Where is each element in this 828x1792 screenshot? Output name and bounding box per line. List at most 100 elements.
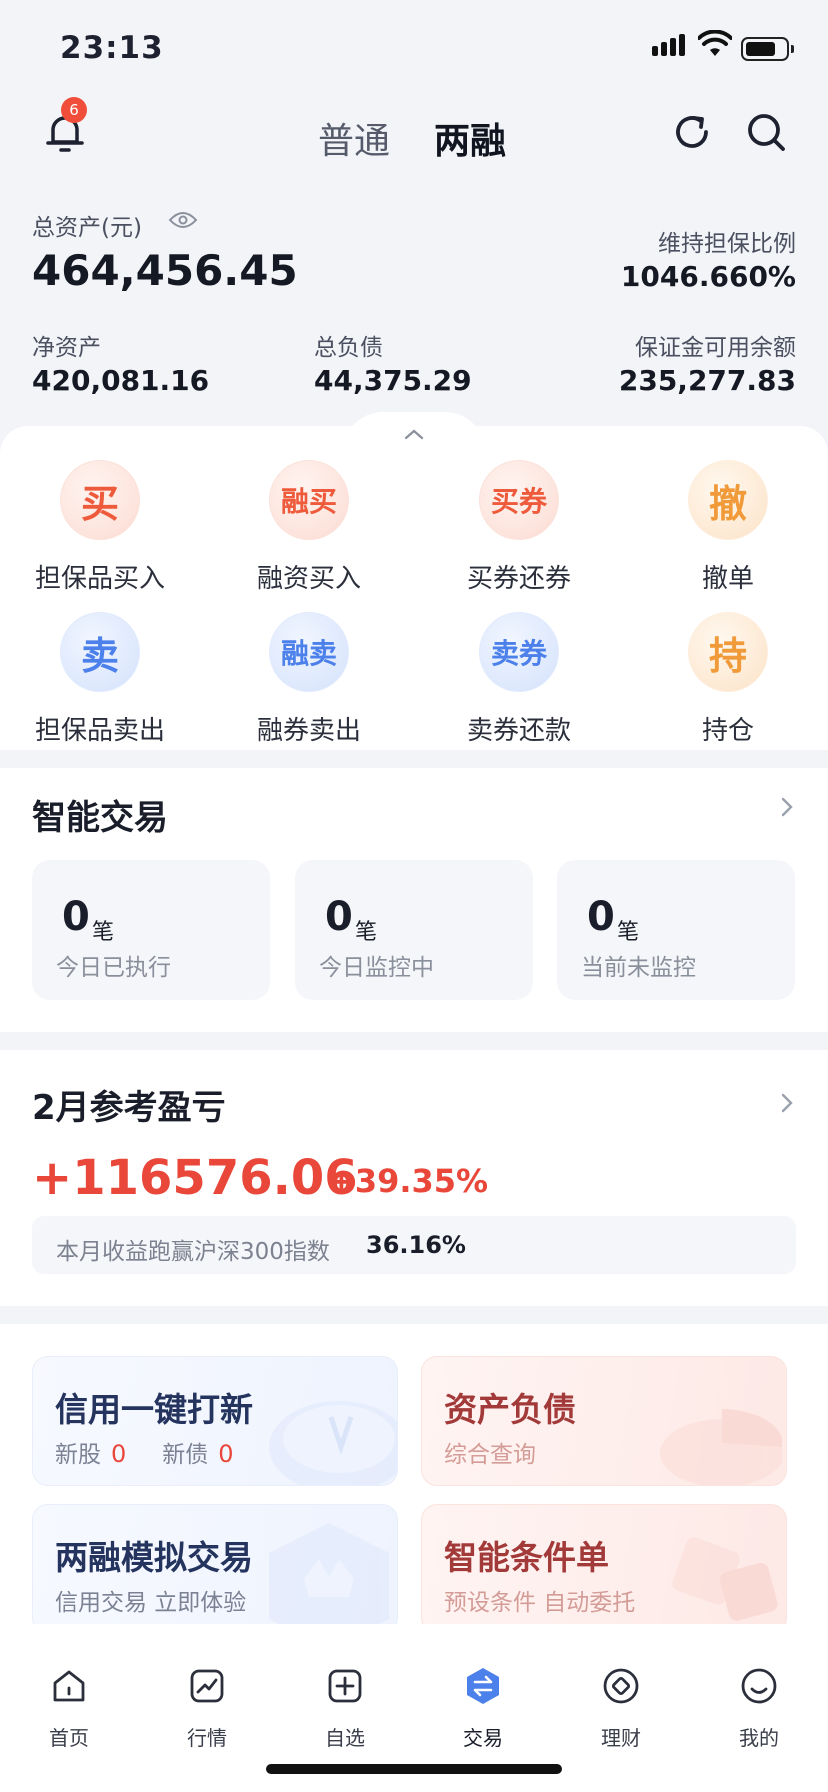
ipo-decoration-icon [269, 1401, 397, 1485]
home-indicator[interactable] [266, 1764, 562, 1774]
smart-condition-card[interactable]: 智能条件单 预设条件 自动委托 [421, 1504, 787, 1624]
total-assets-label: 总资产(元) [32, 215, 142, 241]
notification-badge: 6 [61, 97, 87, 123]
total-debt-value: 44,375.29 [314, 364, 472, 397]
sell-icon: 卖 [60, 612, 140, 692]
stat-unit: 笔 [355, 920, 378, 945]
benchmark-label: 本月收益跑赢沪深300指数 [56, 1239, 330, 1265]
chevron-right-icon[interactable] [780, 796, 794, 818]
stat-not-monitored[interactable]: 0 笔 当前未监控 [557, 860, 795, 1000]
smart-trade-card[interactable]: 智能交易 0 笔 今日已执行 0 笔 今日监控中 0 笔 当前未监控 [0, 768, 828, 1032]
search-icon[interactable] [744, 110, 788, 154]
margin-available-label: 保证金可用余额 [635, 335, 796, 361]
trade-icon [467, 1668, 499, 1704]
new-bond-label: 新债 [162, 1442, 209, 1468]
tab-label: 首页 [49, 1726, 89, 1750]
wifi-icon [698, 30, 732, 56]
maintenance-ratio-label: 维持担保比例 [658, 231, 796, 257]
feature-grid: 信用一键打新 新股 0 新债 0 资产负债 综合查询 两融模拟交易 信用交易 立即体验… [0, 1324, 828, 1624]
pnl-value: +116576.06 [32, 1150, 358, 1206]
new-stock-count: 0 [111, 1440, 127, 1468]
action-collateral-sell[interactable]: 卖 担保品卖出 [30, 612, 170, 747]
market-icon [190, 1669, 224, 1703]
tab-home[interactable]: 首页 [19, 1666, 119, 1751]
stat-value: 0 [62, 894, 90, 940]
action-cancel-order[interactable]: 撤 撤单 [658, 460, 798, 595]
action-label: 担保品买入 [34, 564, 165, 594]
trophy-icon [269, 1523, 389, 1624]
short-sell-icon: 融卖 [269, 612, 349, 692]
action-label: 撤单 [701, 564, 754, 594]
margin-buy-icon: 融买 [269, 460, 349, 540]
stat-unit: 笔 [617, 920, 640, 945]
benchmark-value: 36.16% [366, 1231, 466, 1259]
buy-icon: 买 [60, 460, 140, 540]
tab-label: 交易 [463, 1726, 503, 1750]
action-sell-to-repay[interactable]: 卖券 卖券还款 [449, 612, 589, 747]
home-icon [53, 1670, 85, 1702]
action-positions[interactable]: 持 持仓 [658, 612, 798, 747]
action-label: 卖券还款 [466, 716, 571, 746]
smart-condition-title: 智能条件单 [444, 1538, 609, 1577]
tab-profile[interactable]: 我的 [709, 1666, 809, 1751]
asset-liability-card[interactable]: 资产负债 综合查询 [421, 1356, 787, 1486]
sim-trade-title: 两融模拟交易 [55, 1538, 253, 1577]
total-assets-value: 464,456.45 [32, 246, 298, 295]
maintenance-ratio-value: 1046.660% [620, 260, 796, 293]
refresh-icon[interactable] [670, 110, 714, 154]
ipo-subscribe-card[interactable]: 信用一键打新 新股 0 新债 0 [32, 1356, 398, 1486]
action-label: 买券还券 [466, 564, 571, 594]
pnl-title: 2月参考盈亏 [32, 1088, 226, 1128]
status-bar: 23:13 [0, 0, 828, 96]
positions-icon: 持 [688, 612, 768, 692]
ipo-counts: 新股 0 新债 0 [55, 1435, 270, 1469]
stat-executed[interactable]: 0 笔 今日已执行 [32, 860, 270, 1000]
profile-icon [741, 1668, 777, 1704]
sell-security-icon: 卖券 [479, 612, 559, 692]
tab-trade[interactable]: 交易 [433, 1666, 533, 1751]
asset-liability-sub: 综合查询 [444, 1442, 536, 1468]
tab-label: 自选 [325, 1726, 365, 1750]
ipo-title: 信用一键打新 [55, 1390, 253, 1429]
pie-chart-icon [660, 1409, 782, 1485]
monthly-pnl-card[interactable]: 2月参考盈亏 +116576.06 +39.35% 本月收益跑赢沪深300指数 … [0, 1050, 828, 1306]
action-buy-to-return[interactable]: 买券 买券还券 [449, 460, 589, 595]
tab-wealth[interactable]: 理财 [571, 1666, 671, 1751]
pnl-percent: +39.35% [328, 1162, 489, 1200]
stat-unit: 笔 [92, 920, 115, 945]
new-bond-count: 0 [218, 1440, 234, 1468]
puzzle-icon [672, 1537, 778, 1621]
sim-trade-sub: 信用交易 立即体验 [55, 1590, 247, 1616]
stat-value: 0 [325, 894, 353, 940]
total-debt-label: 总负债 [314, 335, 383, 361]
action-short-sell[interactable]: 融卖 融券卖出 [239, 612, 379, 747]
watchlist-icon [328, 1669, 362, 1703]
tab-market[interactable]: 行情 [157, 1666, 257, 1751]
action-collateral-buy[interactable]: 买 担保品买入 [30, 460, 170, 595]
action-margin-buy[interactable]: 融买 融资买入 [239, 460, 379, 595]
buy-security-icon: 买券 [479, 460, 559, 540]
tab-label: 我的 [739, 1726, 779, 1750]
tab-watchlist[interactable]: 自选 [295, 1666, 395, 1751]
tab-margin[interactable]: 两融 [434, 112, 506, 164]
margin-available-value: 235,277.83 [618, 364, 796, 397]
net-assets-value: 420,081.16 [32, 364, 210, 397]
chevron-right-icon[interactable] [780, 1092, 794, 1114]
smart-trade-title: 智能交易 [32, 798, 168, 838]
action-label: 担保品卖出 [34, 716, 165, 746]
action-label: 融资买入 [256, 564, 361, 594]
action-label: 持仓 [701, 716, 754, 746]
sim-trade-card[interactable]: 两融模拟交易 信用交易 立即体验 [32, 1504, 398, 1624]
benchmark-bar: 本月收益跑赢沪深300指数 36.16% [32, 1216, 796, 1274]
battery-icon [741, 37, 794, 61]
stat-label: 今日监控中 [319, 955, 434, 981]
eye-icon[interactable] [168, 210, 198, 230]
stat-monitoring[interactable]: 0 笔 今日监控中 [295, 860, 533, 1000]
tab-label: 行情 [187, 1726, 227, 1750]
status-time: 23:13 [60, 30, 164, 66]
chevron-up-icon[interactable] [404, 428, 424, 440]
action-label: 融券卖出 [256, 716, 361, 746]
cellular-signal-icon [652, 34, 685, 56]
tab-normal[interactable]: 普通 [318, 112, 390, 164]
new-stock-label: 新股 [55, 1442, 101, 1468]
